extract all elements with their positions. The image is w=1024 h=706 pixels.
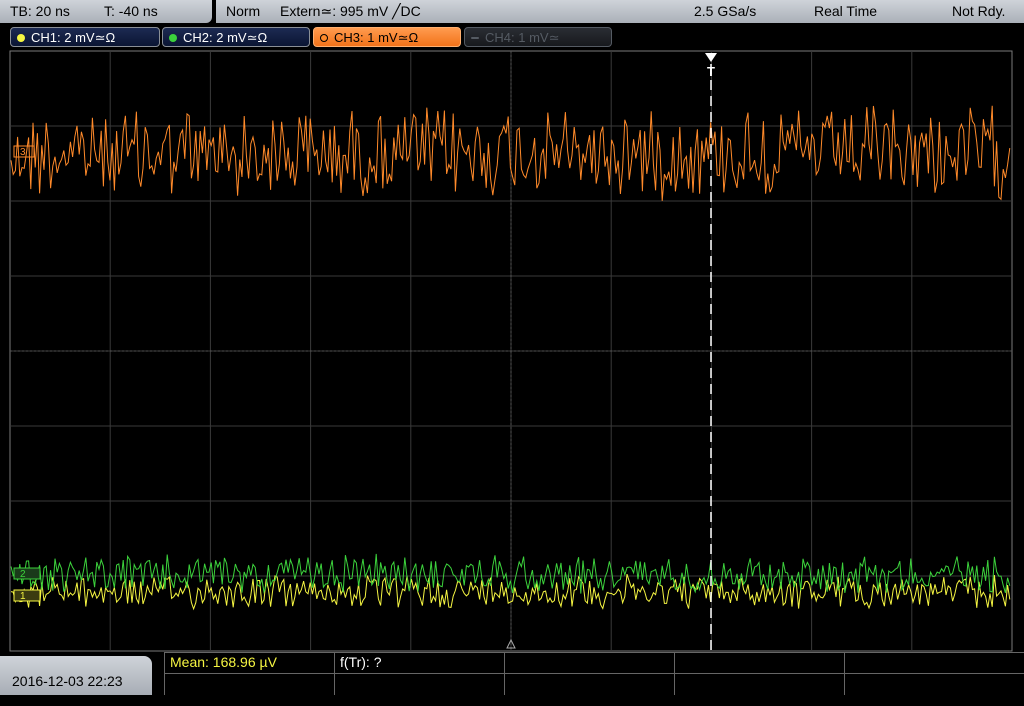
trigger-source[interactable]: Extern≃: 995 mV ╱DC: [280, 0, 421, 23]
ch2-marker-label: 2: [20, 569, 26, 580]
ch2-dot-icon: [169, 34, 177, 42]
trigger-marker-label: T: [707, 64, 715, 79]
timebase-label: TB: 20 ns: [10, 3, 70, 19]
measurement-divider: [164, 673, 1024, 674]
measurement-divider: [504, 652, 505, 695]
waveform-display[interactable]: T 3 2 1: [0, 50, 1024, 652]
date-time-label: 2016-12-03 22:23: [12, 673, 123, 689]
measurement-divider: [844, 652, 845, 695]
trigger-mode[interactable]: Norm: [226, 0, 260, 23]
ch1-dot-icon: [17, 34, 25, 42]
timebase-box[interactable]: TB: 20 ns T: -40 ns: [0, 0, 212, 23]
measurement-grid: [164, 652, 1024, 695]
status-bar: Norm Extern≃: 995 mV ╱DC 2.5 GSa/s Real …: [216, 0, 1024, 23]
mean-measurement[interactable]: Mean: 168.96 µV: [170, 652, 277, 674]
channel-3-button[interactable]: CH3: 1 mV≃Ω: [313, 27, 461, 47]
channel-1-button[interactable]: CH1: 2 mV≃Ω: [10, 27, 160, 47]
measurement-divider: [674, 652, 675, 695]
channel-row: CH1: 2 mV≃Ω CH2: 2 mV≃Ω CH3: 1 mV≃Ω CH4:…: [0, 25, 1024, 50]
channel-4-button[interactable]: CH4: 1 mV≃: [464, 27, 612, 47]
measurement-divider: [164, 652, 1024, 653]
measurement-divider: [334, 652, 335, 695]
channel-2-button[interactable]: CH2: 2 mV≃Ω: [162, 27, 310, 47]
ch1-offset-marker[interactable]: [13, 589, 41, 602]
ch2-offset-marker[interactable]: [13, 567, 41, 580]
date-time: 2016-12-03 22:23: [0, 656, 152, 695]
sample-rate: 2.5 GSa/s: [694, 3, 757, 19]
channel-4-label: CH4: 1 mV≃: [485, 30, 560, 45]
acquisition-mode: Real Time: [814, 3, 878, 19]
channel-2-label: CH2: 2 mV≃Ω: [183, 30, 268, 45]
run-state: Not Rdy.: [952, 3, 1006, 19]
measurement-divider: [164, 652, 165, 695]
footer: 2016-12-03 22:23 Mean: 168.96 µV f(Tr): …: [0, 652, 1024, 695]
trigger-offset-label: T: -40 ns: [104, 3, 158, 19]
channel-3-label: CH3: 1 mV≃Ω: [334, 30, 419, 45]
channel-1-label: CH1: 2 mV≃Ω: [31, 30, 116, 45]
ch3-dot-icon: [320, 34, 328, 42]
top-bar: TB: 20 ns T: -40 ns Norm Extern≃: 995 mV…: [0, 0, 1024, 24]
ch4-dash-icon: [471, 37, 479, 39]
ch3-marker-label: 3: [20, 147, 26, 158]
ch1-marker-label: 1: [20, 591, 26, 602]
frequency-measurement[interactable]: f(Tr): ?: [340, 652, 381, 674]
